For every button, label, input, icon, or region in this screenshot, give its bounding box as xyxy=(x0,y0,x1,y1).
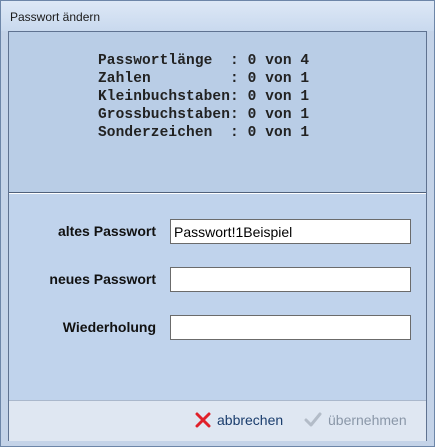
window-title: Passwort ändern xyxy=(10,10,101,24)
old-password-input[interactable] xyxy=(170,219,411,244)
rule-digits: Zahlen : 0 von 1 xyxy=(98,71,310,87)
repeat-password-label: Wiederholung xyxy=(62,319,156,335)
dialog-body: Passwortlänge : 0 von 4 Zahlen : 0 von 1… xyxy=(8,31,427,441)
title-bar[interactable]: Passwort ändern xyxy=(1,1,434,31)
password-dialog: Passwort ändern Passwortlänge : 0 von 4 … xyxy=(0,0,435,447)
rule-special: Sonderzeichen : 0 von 1 xyxy=(98,125,310,141)
new-password-label: neues Passwort xyxy=(49,271,156,287)
rule-uppercase: Grossbuchstaben: 0 von 1 xyxy=(98,107,310,123)
rule-lowercase: Kleinbuchstaben: 0 von 1 xyxy=(98,89,310,105)
check-icon xyxy=(304,412,322,428)
old-password-label: altes Passwort xyxy=(57,223,156,239)
rule-length: Passwortlänge : 0 von 4 xyxy=(98,53,310,69)
cancel-button[interactable]: abbrechen xyxy=(195,410,283,430)
apply-button[interactable]: übernehmen xyxy=(304,410,407,430)
apply-button-label: übernehmen xyxy=(328,412,407,428)
repeat-password-input[interactable] xyxy=(170,315,411,340)
close-icon xyxy=(195,412,211,428)
new-password-input[interactable] xyxy=(170,267,411,292)
button-bar: abbrechen übernehmen xyxy=(9,400,426,441)
password-form: altes Passwort neues Passwort Wiederholu… xyxy=(9,193,426,400)
cancel-button-label: abbrechen xyxy=(217,412,284,428)
password-rules-panel: Passwortlänge : 0 von 4 Zahlen : 0 von 1… xyxy=(9,32,426,193)
